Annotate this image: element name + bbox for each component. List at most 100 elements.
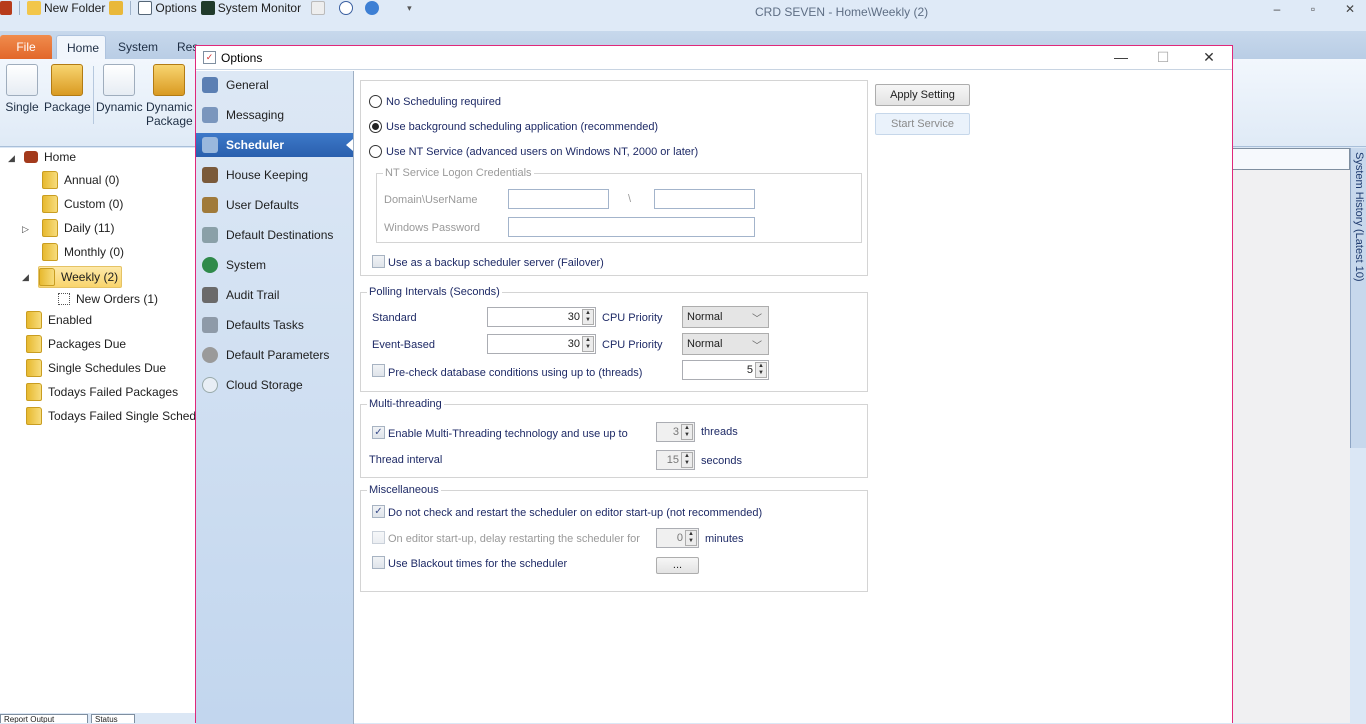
precheck-threads-spinner[interactable]: 5 ▲ ▼ [682,360,769,380]
dialog-maximize-button[interactable]: ☐ [1152,49,1174,66]
nav-defaults-tasks[interactable]: Defaults Tasks [196,313,353,337]
app-title-bar: New Folder Options System Monitor ▾ CRD … [0,0,1366,31]
thread-interval-spinner[interactable]: 15 ▲ ▼ [656,450,695,470]
tree-item-single-schedules-due[interactable]: Single Schedules Due [26,359,166,377]
nav-scheduler[interactable]: Scheduler [196,133,353,157]
delay-restart-checkbox[interactable] [372,531,385,544]
spinner-arrows-icon[interactable]: ▲ ▼ [681,452,693,468]
nt-service-radio[interactable] [369,145,382,158]
package-schedule-icon [58,293,70,305]
dynamic-package-button[interactable]: Dynamic Package [146,64,193,128]
help-icon[interactable] [365,1,380,15]
apply-setting-button[interactable]: Apply Setting [875,84,970,106]
dialog-close-button[interactable]: ✕ [1198,49,1220,66]
domain-username-label: Domain\UserName [384,194,478,206]
system-monitor-button[interactable]: System Monitor [200,1,301,15]
tree-item-todays-failed-packages[interactable]: Todays Failed Packages [26,383,178,401]
single-button[interactable]: Single [4,64,40,114]
smart-folder-icon[interactable] [109,1,124,15]
miscellaneous-legend: Miscellaneous [369,484,439,496]
app-restore-button[interactable]: ▫ [1303,2,1323,16]
spinner-arrows-icon[interactable]: ▲ ▼ [681,424,693,440]
nav-cloud-storage[interactable]: Cloud Storage [196,373,353,397]
event-based-label: Event-Based [372,339,435,351]
options-nav: General Messaging Scheduler House Keepin… [196,71,354,724]
nav-user-defaults[interactable]: User Defaults [196,193,353,217]
nav-general[interactable]: General [196,73,353,97]
event-based-interval-spinner[interactable]: 30 ▲ ▼ [487,334,596,354]
tree-item-weekly[interactable]: Weekly (2) [38,266,123,288]
tab-file[interactable]: File [0,35,52,59]
nav-default-destinations[interactable]: Default Destinations [196,223,353,247]
no-scheduling-radio[interactable] [369,95,382,108]
tree-item-home[interactable]: Home [24,150,76,164]
no-scheduling-label: No Scheduling required [386,96,501,108]
tab-system[interactable]: System [108,35,168,59]
app-close-button[interactable]: ✕ [1340,2,1360,16]
blackout-times-checkbox[interactable] [372,556,385,569]
event-based-cpu-priority-select[interactable]: Normal ﹀ [682,333,769,355]
tree-item-daily[interactable]: Daily (11) [42,219,114,237]
toolbar-divider [19,1,20,15]
info-folder-icon [26,383,42,401]
package-button[interactable]: Package [44,64,91,114]
tree-item-packages-due[interactable]: Packages Due [26,335,126,353]
nav-messaging[interactable]: Messaging [196,103,353,127]
dialog-minimize-button[interactable]: — [1110,49,1132,65]
nav-system[interactable]: System [196,253,353,277]
tree-item-custom[interactable]: Custom (0) [42,195,123,213]
dynamic-package-icon [153,64,185,96]
app-minimize-button[interactable]: – [1267,2,1287,16]
tree-item-todays-failed-single-schedules[interactable]: Todays Failed Single Schedules [26,407,218,425]
customize-toolbar-icon[interactable]: ▾ [407,3,412,14]
delay-minutes-spinner[interactable]: 0 ▲ ▼ [656,528,699,548]
system-history-tab[interactable]: System History (Latest 10) [1350,148,1366,448]
minutes-unit-label: minutes [705,533,744,545]
precheck-checkbox[interactable] [372,364,385,377]
info-icon[interactable] [339,1,354,15]
single-schedule-icon [6,64,38,96]
spinner-arrows-icon[interactable]: ▲ ▼ [582,336,594,352]
tree-item-annual[interactable]: Annual (0) [42,171,119,189]
tab-home[interactable]: Home [56,35,106,59]
windows-password-input[interactable] [508,217,755,237]
dialog-title: Options [221,51,263,65]
new-folder-button[interactable]: New Folder [27,1,105,15]
standard-interval-spinner[interactable]: 30 ▲ ▼ [487,307,596,327]
tree-item-monthly[interactable]: Monthly (0) [42,243,124,261]
blackout-times-button[interactable]: ... [656,557,699,574]
nav-house-keeping[interactable]: House Keeping [196,163,353,187]
spinner-arrows-icon[interactable]: ▲ ▼ [582,309,594,325]
collapse-arrow-icon[interactable]: ◢ [8,153,15,164]
username-input[interactable] [654,189,755,209]
nav-default-parameters[interactable]: Default Parameters [196,343,353,367]
expand-arrow-icon[interactable]: ▷ [22,224,29,235]
tree-item-enabled[interactable]: Enabled [26,311,92,329]
collapse-arrow-icon[interactable]: ◢ [22,272,29,283]
spinner-arrows-icon[interactable]: ▲ ▼ [685,530,697,546]
multithreading-legend: Multi-threading [369,398,442,410]
tree-item-new-orders[interactable]: New Orders (1) [58,292,158,306]
start-service-button[interactable]: Start Service [875,113,970,135]
standard-cpu-priority-label: CPU Priority [602,312,663,324]
new-folder-icon [27,1,41,15]
tab-report-output[interactable]: Report Output [0,714,88,723]
options-dialog: ✓ Options — ☐ ✕ General Messaging Schedu… [195,45,1233,724]
nav-audit-trail[interactable]: Audit Trail [196,283,353,307]
schedule-list-panel [1232,148,1350,723]
background-scheduling-radio[interactable] [369,120,382,133]
dialog-title-bar: ✓ Options — ☐ ✕ [196,46,1232,70]
options-button[interactable]: Options [138,1,197,15]
no-restart-checkbox[interactable]: ✓ [372,505,385,518]
dynamic-button[interactable]: Dynamic [96,64,143,114]
clipboard-icon[interactable] [311,1,326,15]
domain-input[interactable] [508,189,609,209]
backup-scheduler-checkbox[interactable] [372,255,385,268]
tab-status[interactable]: Status [91,714,135,723]
spinner-arrows-icon[interactable]: ▲ ▼ [755,362,767,378]
nt-credentials-legend: NT Service Logon Credentials [385,167,532,179]
multithreading-threads-spinner[interactable]: 3 ▲ ▼ [656,422,695,442]
enable-multithreading-checkbox[interactable]: ✓ [372,426,385,439]
standard-cpu-priority-select[interactable]: Normal ﹀ [682,306,769,328]
app-logo-icon[interactable] [0,1,12,15]
